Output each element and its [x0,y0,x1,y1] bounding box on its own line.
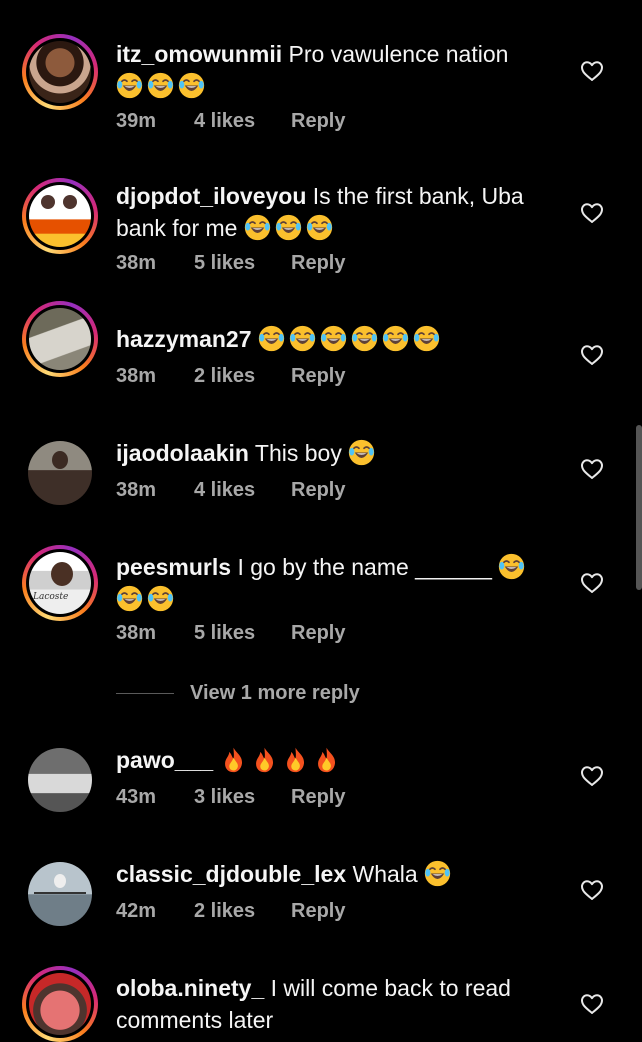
avatar[interactable]: Lacoste [22,545,98,621]
comment-time: 43m [116,786,157,808]
comment-likes[interactable]: 4 likes [194,110,291,133]
comment-username[interactable]: peesmurls [116,554,231,580]
comment-username[interactable]: djopdot_iloveyou [116,183,306,209]
comment-time: 38m [116,622,157,644]
reply-button[interactable]: Reply [291,479,345,502]
heart-outline-icon[interactable] [580,202,604,224]
avatar[interactable] [22,966,98,1042]
avatar-image [28,862,92,926]
heart-outline-icon[interactable] [580,572,604,594]
comment-likes[interactable]: 4 likes [194,479,291,502]
comment-meta: 38m 4 likes Reply [116,479,345,502]
heart-outline-icon[interactable] [580,765,604,787]
avatar[interactable] [28,862,92,926]
comment-username[interactable]: ijaodolaakin [116,440,249,466]
laughing-emoji [351,325,378,352]
comment-text: peesmurls I go by the name ______ [116,551,556,615]
comment-username[interactable]: hazzyman27 [116,326,252,352]
scrollbar[interactable] [636,425,642,590]
avatar[interactable] [28,441,92,505]
comment-time: 38m [116,365,157,387]
comment-username[interactable]: pawo___ [116,747,213,773]
comment-body: This boy [254,440,342,466]
avatar-image [29,308,91,370]
comment-likes[interactable]: 5 likes [194,252,291,275]
laughing-emoji [275,214,302,241]
avatar-image [28,441,92,505]
comment-meta: 43m 3 likes Reply [116,786,345,809]
comment-time: 38m [116,252,157,274]
avatar[interactable] [22,34,98,110]
laughing-emoji [178,72,205,99]
avatar-image [29,185,91,247]
avatar-image [29,41,91,103]
heart-outline-icon[interactable] [580,344,604,366]
laughing-emoji [116,585,143,612]
comment-text: pawo___ [116,744,556,776]
reply-button[interactable]: Reply [291,365,345,388]
comment-username[interactable]: classic_djdouble_lex [116,861,346,887]
avatar-logo-text: Lacoste [33,592,69,602]
laughing-emoji [306,214,333,241]
laughing-emoji [116,72,143,99]
avatar-image [28,748,92,812]
fire-emoji [282,746,309,773]
view-more-replies-label: View 1 more reply [190,682,360,704]
reply-button[interactable]: Reply [291,900,345,923]
avatar[interactable] [22,178,98,254]
avatar-image: Lacoste [29,552,91,614]
reply-button[interactable]: Reply [291,786,345,809]
comment-username[interactable]: itz_omowunmii [116,41,282,67]
avatar[interactable] [22,301,98,377]
laughing-emoji [382,325,409,352]
comment-meta: 38m 2 likes Reply [116,365,345,388]
fire-emoji [313,746,340,773]
comment-meta: 38m 5 likes Reply [116,252,345,275]
laughing-emoji [289,325,316,352]
laughing-emoji [244,214,271,241]
laughing-emoji [498,553,525,580]
comment-body: Pro vawulence nation [288,41,509,67]
comment-text: djopdot_iloveyou Is the first bank, Uba … [116,180,556,244]
comment-text: oloba.ninety_ I will come back to read c… [116,972,556,1036]
comment-text: classic_djdouble_lex Whala [116,858,556,890]
heart-outline-icon[interactable] [580,60,604,82]
comment-text: hazzyman27 [116,323,556,355]
divider-line [116,693,174,694]
comment-username[interactable]: oloba.ninety_ [116,975,264,1001]
fire-emoji [220,746,247,773]
comment-meta: 39m 4 likes Reply [116,110,345,133]
laughing-emoji [147,72,174,99]
reply-button[interactable]: Reply [291,110,345,133]
comment-text: itz_omowunmii Pro vawulence nation [116,38,556,102]
view-more-replies-button[interactable]: View 1 more reply [116,682,360,705]
comment-meta: 42m 2 likes Reply [116,900,345,923]
heart-outline-icon[interactable] [580,993,604,1015]
avatar-image [29,973,91,1035]
laughing-emoji [258,325,285,352]
comment-likes[interactable]: 5 likes [194,622,291,645]
comment-time: 42m [116,900,157,922]
comment-body: I go by the name ______ [237,554,492,580]
laughing-emoji [348,439,375,466]
fire-emoji [251,746,278,773]
laughing-emoji [320,325,347,352]
comment-meta: 38m 5 likes Reply [116,622,345,645]
heart-outline-icon[interactable] [580,879,604,901]
heart-outline-icon[interactable] [580,458,604,480]
laughing-emoji [413,325,440,352]
reply-button[interactable]: Reply [291,252,345,275]
comment-likes[interactable]: 2 likes [194,900,291,923]
comment-time: 39m [116,110,157,132]
avatar[interactable] [28,748,92,812]
laughing-emoji [147,585,174,612]
comment-likes[interactable]: 2 likes [194,365,291,388]
comment-time: 38m [116,479,157,501]
comment-text: ijaodolaakin This boy [116,437,556,469]
reply-button[interactable]: Reply [291,622,345,645]
laughing-emoji [424,860,451,887]
comment-body: Whala [352,861,418,887]
comment-likes[interactable]: 3 likes [194,786,291,809]
